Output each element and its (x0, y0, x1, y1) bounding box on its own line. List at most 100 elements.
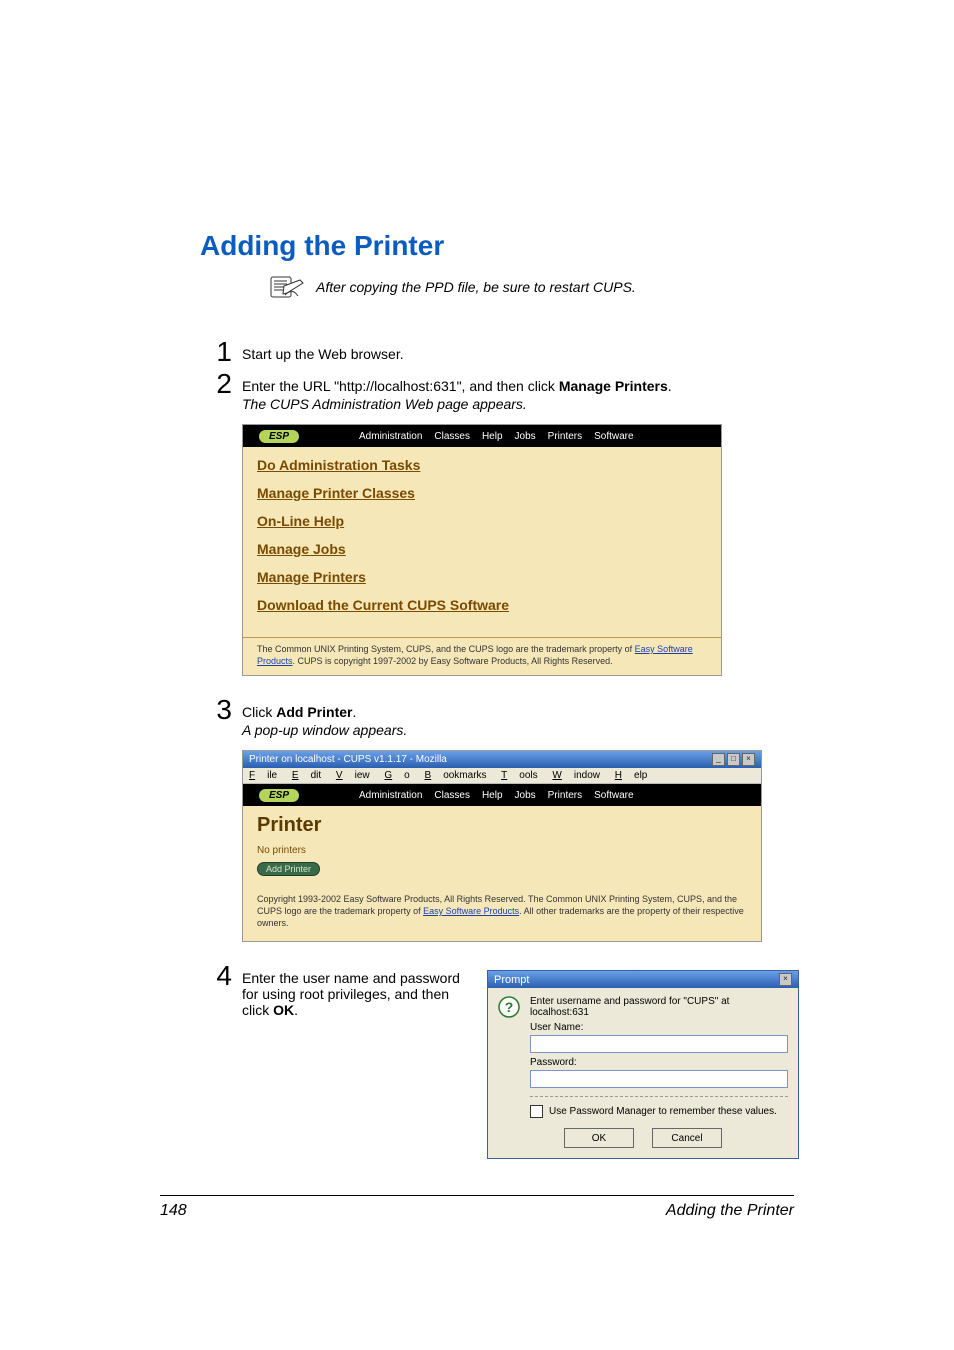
cups2-footer-link[interactable]: Easy Software Products (423, 906, 519, 916)
nav-printers[interactable]: Printers (548, 431, 582, 442)
step-text: Start up the Web browser. (242, 338, 834, 362)
nav-software[interactable]: Software (594, 790, 633, 801)
nav-classes[interactable]: Classes (434, 790, 470, 801)
section-heading: Adding the Printer (200, 230, 834, 262)
prompt-message: Enter username and password for "CUPS" a… (530, 996, 788, 1018)
link-manage-jobs[interactable]: Manage Jobs (257, 541, 707, 557)
cups-logo: ESP (259, 789, 299, 802)
username-input[interactable] (530, 1035, 788, 1053)
window-buttons: _ □ × (712, 753, 755, 766)
step-number: 1 (200, 338, 232, 366)
browser-menubar: File Edit View Go Bookmarks Tools Window… (243, 768, 761, 784)
link-do-admin[interactable]: Do Administration Tasks (257, 457, 707, 473)
remember-row: Use Password Manager to remember these v… (488, 1097, 798, 1124)
link-manage-classes[interactable]: Manage Printer Classes (257, 485, 707, 501)
step-text: Enter the URL "http://localhost:631", an… (242, 370, 834, 412)
prompt-title-text: Prompt (494, 974, 529, 986)
prompt-titlebar: Prompt × (488, 971, 798, 988)
step-4: 4 Enter the user name and password for u… (200, 962, 834, 1159)
username-label: User Name: (530, 1022, 788, 1033)
nav-jobs[interactable]: Jobs (515, 431, 536, 442)
maximize-icon[interactable]: □ (727, 753, 740, 766)
step3-sub: A pop-up window appears. (242, 722, 834, 738)
minimize-icon[interactable]: _ (712, 753, 725, 766)
menu-edit[interactable]: Edit (292, 770, 321, 781)
menu-file[interactable]: File (249, 770, 277, 781)
cups-logo: ESP (259, 430, 299, 443)
footer-title: Adding the Printer (666, 1202, 794, 1220)
note-icon (270, 276, 306, 298)
step3-post: . (352, 704, 356, 720)
password-label: Password: (530, 1057, 788, 1068)
link-online-help[interactable]: On-Line Help (257, 513, 707, 529)
step3-bold: Add Printer (276, 704, 352, 720)
step2-sub: The CUPS Administration Web page appears… (242, 396, 834, 412)
page-footer: 148 Adding the Printer (160, 1195, 794, 1220)
note-text: After copying the PPD file, be sure to r… (316, 279, 636, 295)
prompt-dialog: Prompt × ? Enter username and password f… (487, 970, 799, 1159)
step-2: 2 Enter the URL "http://localhost:631", … (200, 370, 834, 412)
cancel-button[interactable]: Cancel (652, 1128, 722, 1148)
step2-bold: Manage Printers (559, 378, 668, 394)
link-manage-printers[interactable]: Manage Printers (257, 569, 707, 585)
svg-text:?: ? (505, 999, 514, 1015)
menu-tools[interactable]: Tools (501, 770, 537, 781)
printer-heading: Printer (257, 814, 747, 837)
remember-checkbox[interactable] (530, 1105, 543, 1118)
nav-jobs[interactable]: Jobs (515, 790, 536, 801)
ok-button[interactable]: OK (564, 1128, 634, 1148)
link-download-cups[interactable]: Download the Current CUPS Software (257, 597, 707, 613)
cups-footer: The Common UNIX Printing System, CUPS, a… (243, 644, 721, 675)
step4-text: Enter the user name and password for usi… (242, 970, 467, 1018)
nav-classes[interactable]: Classes (434, 431, 470, 442)
window-title-text: Printer on localhost - CUPS v1.1.17 - Mo… (249, 754, 447, 765)
nav-administration[interactable]: Administration (359, 790, 422, 801)
step4-bold: OK (273, 1002, 294, 1018)
prompt-body: ? Enter username and password for "CUPS"… (488, 988, 798, 1092)
question-icon: ? (498, 996, 520, 1018)
add-printer-button[interactable]: Add Printer (257, 862, 320, 876)
step3-pre: Click (242, 704, 276, 720)
step4-post: . (294, 1002, 298, 1018)
menu-bookmarks[interactable]: Bookmarks (425, 770, 487, 781)
cups-footer-b: . CUPS is copyright 1997-2002 by Easy So… (293, 656, 613, 666)
page: Adding the Printer After copying the PPD… (0, 0, 954, 1350)
close-icon[interactable]: × (742, 753, 755, 766)
step4-row: Enter the user name and password for usi… (242, 962, 834, 1159)
remember-label: Use Password Manager to remember these v… (549, 1106, 777, 1117)
menu-go[interactable]: Go (384, 770, 409, 781)
step-1: 1 Start up the Web browser. (200, 338, 834, 366)
step2-pre: Enter the URL "http://localhost:631", an… (242, 378, 559, 394)
menu-window[interactable]: Window (552, 770, 600, 781)
printer-body: Printer No printers Add Printer (243, 806, 761, 884)
nav-printers[interactable]: Printers (548, 790, 582, 801)
page-number: 148 (160, 1202, 187, 1220)
prompt-buttons: OK Cancel (488, 1124, 798, 1158)
step-3: 3 Click Add Printer. A pop-up window app… (200, 696, 834, 738)
step-number: 4 (200, 962, 232, 990)
divider (243, 637, 721, 638)
prompt-fields: Enter username and password for "CUPS" a… (530, 996, 788, 1088)
cups-nav-bar-2: ESP Administration Classes Help Jobs Pri… (243, 784, 761, 806)
step2-post: . (668, 378, 672, 394)
step-number: 3 (200, 696, 232, 724)
nav-help[interactable]: Help (482, 790, 503, 801)
cups-admin-links: Do Administration Tasks Manage Printer C… (243, 447, 721, 631)
cups-footer-a: The Common UNIX Printing System, CUPS, a… (257, 644, 635, 654)
nav-administration[interactable]: Administration (359, 431, 422, 442)
menu-view[interactable]: View (336, 770, 370, 781)
cups-admin-screenshot: ESP Administration Classes Help Jobs Pri… (242, 424, 722, 676)
cups-page-body: ESP Administration Classes Help Jobs Pri… (243, 784, 761, 941)
window-titlebar: Printer on localhost - CUPS v1.1.17 - Mo… (243, 751, 761, 768)
cups-nav-bar: ESP Administration Classes Help Jobs Pri… (243, 425, 721, 447)
nav-software[interactable]: Software (594, 431, 633, 442)
cups-printer-screenshot: Printer on localhost - CUPS v1.1.17 - Mo… (242, 750, 762, 942)
no-printers-text: No printers (257, 845, 747, 856)
menu-help[interactable]: Help (615, 770, 648, 781)
nav-help[interactable]: Help (482, 431, 503, 442)
step-text: Click Add Printer. A pop-up window appea… (242, 696, 834, 738)
step-number: 2 (200, 370, 232, 398)
password-input[interactable] (530, 1070, 788, 1088)
note-row: After copying the PPD file, be sure to r… (200, 276, 834, 298)
close-icon[interactable]: × (779, 973, 792, 986)
